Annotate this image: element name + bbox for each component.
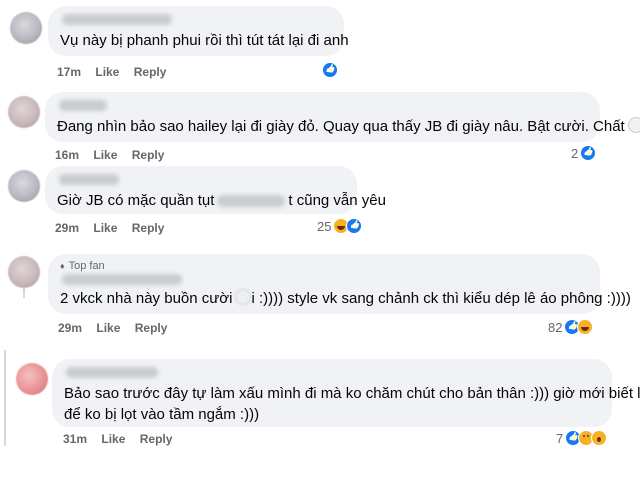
reaction-summary[interactable]: 25 — [317, 218, 363, 234]
author-name[interactable] — [62, 14, 172, 25]
comment-actions: 31m Like Reply — [63, 432, 183, 446]
author-name[interactable] — [59, 174, 119, 185]
avatar[interactable] — [8, 170, 40, 202]
author-name[interactable] — [59, 100, 107, 111]
like-reaction-icon — [580, 145, 597, 161]
diamond-icon: ♦ — [60, 261, 65, 271]
reaction-summary[interactable]: 7 — [556, 430, 608, 446]
comment-text: 2 vkck nhà này buồn cười i :)))) style vk… — [60, 289, 631, 307]
emoji-icon — [235, 289, 252, 305]
thread-line — [23, 288, 25, 298]
comment-text: Vụ này bị phanh phui rồi thì tút tát lại… — [60, 32, 349, 49]
comment-actions: 17m Like Reply — [57, 65, 177, 79]
comment-bubble: Đang nhìn bảo sao hailey lại đi giày đỏ.… — [45, 92, 640, 142]
comment-bubble: Bảo sao trước đây tự làm xấu mình đi mà … — [52, 359, 640, 427]
redacted-text — [217, 195, 286, 208]
avatar[interactable] — [10, 12, 42, 44]
author-name[interactable] — [66, 367, 158, 378]
reply-button[interactable]: Reply — [134, 65, 167, 79]
avatar[interactable] — [8, 96, 40, 128]
comment-bubble: ♦ Top fan 2 vkck nhà này buồn cười i :))))… — [48, 254, 631, 314]
comment-text: Đang nhìn bảo sao hailey lại đi giày đỏ.… — [57, 116, 640, 137]
like-button[interactable]: Like — [93, 148, 117, 162]
comment-text: Bảo sao trước đây tự làm xấu mình đi mà … — [64, 385, 640, 423]
reply-button[interactable]: Reply — [135, 321, 168, 335]
timestamp[interactable]: 16m — [55, 148, 79, 162]
like-button[interactable]: Like — [95, 65, 119, 79]
thread-line — [4, 350, 6, 446]
like-button[interactable]: Like — [93, 221, 117, 235]
reaction-summary[interactable]: 82 — [548, 319, 594, 335]
comment-actions: 29m Like Reply — [58, 321, 178, 335]
emoji-icon — [627, 117, 640, 133]
reply-button[interactable]: Reply — [140, 432, 173, 446]
haha-reaction-icon — [577, 319, 594, 335]
reaction-count: 7 — [556, 430, 564, 446]
like-reaction-icon — [322, 62, 338, 78]
reply-button[interactable]: Reply — [132, 221, 165, 235]
reaction-count: 2 — [571, 145, 579, 161]
comment-bubble: Vụ này bị phanh phui rồi thì tút tát lại… — [48, 6, 349, 56]
author-name[interactable] — [62, 274, 182, 285]
comment-actions: 29m Like Reply — [55, 221, 175, 235]
timestamp[interactable]: 17m — [57, 65, 81, 79]
timestamp[interactable]: 29m — [58, 321, 82, 335]
top-fan-badge: ♦ Top fan — [60, 260, 105, 272]
avatar[interactable] — [8, 256, 40, 288]
like-reaction-icon — [346, 218, 363, 234]
avatar[interactable] — [16, 363, 48, 395]
comment-bubble: Giờ JB có mặc quần tụt t cũng vẫn yêu — [45, 166, 386, 214]
like-button[interactable]: Like — [96, 321, 120, 335]
like-button[interactable]: Like — [101, 432, 125, 446]
reply-button[interactable]: Reply — [132, 148, 165, 162]
wow-reaction-icon — [591, 430, 608, 446]
reaction-count: 82 — [548, 319, 563, 335]
comment-actions: 16m Like Reply — [55, 148, 175, 162]
reaction-summary[interactable]: 2 — [571, 145, 597, 161]
comment-text: Giờ JB có mặc quần tụt t cũng vẫn yêu — [57, 192, 386, 209]
timestamp[interactable]: 31m — [63, 432, 87, 446]
reaction-summary[interactable] — [322, 62, 338, 78]
timestamp[interactable]: 29m — [55, 221, 79, 235]
reaction-count: 25 — [317, 218, 332, 234]
